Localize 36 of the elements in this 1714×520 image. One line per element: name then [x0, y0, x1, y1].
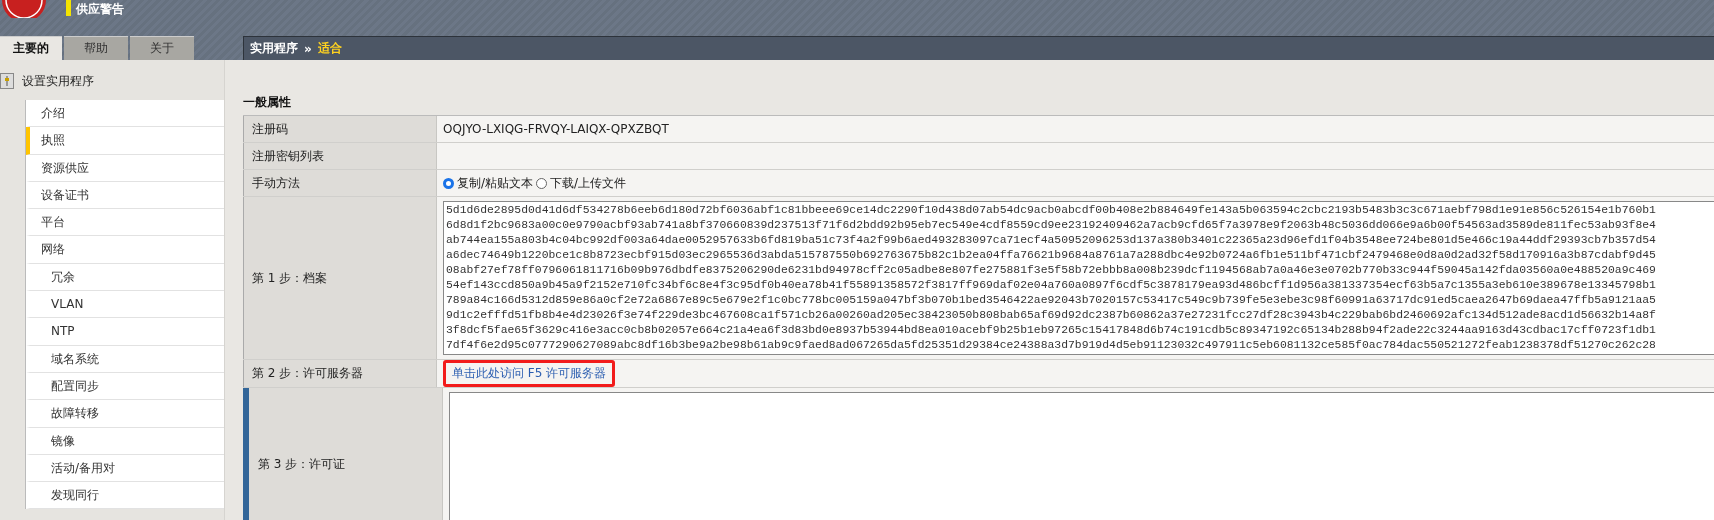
sidebar-item[interactable]: 故障转移 [26, 400, 224, 428]
sidebar-item[interactable]: 设备证书 [26, 181, 224, 210]
property-label: 第 3 步：许可证 [243, 388, 443, 520]
section-title: 一般属性 [243, 94, 292, 111]
sidebar-item[interactable]: VLAN [26, 291, 224, 319]
sidebar-item[interactable]: 配置同步 [26, 372, 224, 401]
sidebar-item[interactable]: 冗余 [26, 263, 224, 292]
tab[interactable]: 关于 [130, 36, 194, 60]
sidebar-item[interactable]: 介绍 [26, 100, 224, 128]
sidebar-item[interactable]: 镜像 [26, 427, 224, 455]
radio-option[interactable]: 下载/上传文件 [536, 174, 627, 192]
sidebar-item[interactable]: 发现同行 [26, 482, 224, 510]
sidebar-title: 设置实用程序 [22, 72, 94, 90]
tab[interactable]: 帮助 [64, 36, 128, 60]
logo-icon [0, 0, 48, 18]
breadcrumb-item[interactable]: 适合 [317, 40, 342, 57]
property-value: OQJYO-LXIQG-FRVQY-LAIQX-QPXZBQT [443, 122, 669, 136]
radio-option[interactable]: 复制/粘贴文本 [443, 174, 534, 192]
sidebar-item[interactable]: 域名系统 [26, 345, 224, 373]
sidebar-item[interactable]: 资源供应 [26, 154, 224, 182]
sidebar-item[interactable]: 活动/备用对 [26, 454, 224, 483]
header-title: 供应警告 [76, 1, 124, 18]
property-label: 第 1 步：档案 [243, 197, 437, 359]
breadcrumb-separator: » [304, 41, 312, 56]
sidebar-item[interactable]: 网络 [26, 236, 224, 264]
tab[interactable]: 主要的 [0, 36, 62, 60]
sidebar-item[interactable]: 平台 [26, 209, 224, 237]
property-label: 手动方法 [243, 170, 437, 196]
sidebar-item[interactable]: NTP [26, 318, 224, 346]
property-label: 注册密钥列表 [243, 143, 437, 169]
breadcrumb-item[interactable]: 实用程序 [250, 40, 298, 57]
accent-bar [66, 0, 71, 16]
text-field[interactable]: 5d1d6de2895d0d41d6df534278b6eeb6d180d72bf6036abf1c81bbeee69ce14dc2290f10d438d07ab54dc9acb0abcdf00b408e2b884649fe143a5b063594c2cbc2193b5483b3c3c671aebf798d1e91e856c526154e1b760b1 6d8d1f2bc9683a00c0e9790acbf93ab741a8bf370660839d237513f71f6d2bdd92b95eb7ec549e4cdf8559cd9ee23192409462a7acb9cfd65f7a3978e9f2063b48c5036dd066e9a6b00f54563ad3589de811fec53ab93f8e4 ab744ea155a803b4c04bc992df003a64dae0052957633b6fd819ba51c73f4a2f99b6aed493283097ca71ecf4a50952096253d137a380b3401c22365a23d96efd1f04b3548ee724be801d5e466c19a44ddf29393cb7b357d54 a6dec74649b1220bce1c8b8723ecbf915d03ec2965536d3abda515787550b692763675b82c1b2ea04ffa76621b9684a8761a7a288dbc4e92b0724a6fb1e511bf471cbf2479468e0d8a0d2ad32f58d170916a3b87cdabf9d45 08abf27ef78ff0796061811716b09b976dbdfe8375206290de6231bd94978cff2c05adbe8e807fe275881f3e5f58b72ebbb8a008b239dcf1194568ab7a0a46e3e0702b770b33c944f59045a142fda03560a0e488520a9c469 54ef143ccd850a9b45a9f2152e710fc34bf6c8e4f3c95df0b40ea78b41f55891358572f3817ff969daf02e04a760a0897f6cdf5c3878179ea93d486bcff1d956a381337354ecf63b5a7c1355a3eb610e389678e13345798b1 789a84c166d5312d859e86a0cf2e72a6867e89c5e679e2f1c0bc778bc005159a047bf3b070b1bed3546422ae92043b7020157c53417c549c9b739fe5e3ebe3c98f60991a63717dc91ed5caea2647b69daea47ffb5a9121aa5 9d1c2efffd51fb8b4e4d23026f3e74f229de3bc467608ca1f571cb26a00260ad205ec38423050b808bab65af69d92dc2387b60862a37e27231fcc27df28c3943b4c229bab6bd2460692afc134d512ade8acd1d56632b14a8f 3f8dcf5fae65f3629c416e3acc0cb8b02057e664c21a4ea6f3d83bd0e8937b53944bd8ea010acebf9b25b1eb97265c15417848d6b74c191cdb5c89347192c65134b288b94f2ade22c3244aa9163d43cdbac17cff0723f1db1 7df4f6e2d95c0777290627089abc8df16b3be9a2be98b61ab9c9faed8ad067265da5fd25351d29384ce24388a3d7b919d4d5eb91123032c497911c5eb6081132ce585f0ac784dac550521272feab1238378df51270c262c28 [443, 201, 1714, 355]
property-label: 第 2 步：许可服务器 [243, 360, 437, 387]
license-server-link[interactable]: 单击此处访问 F5 许可服务器 [443, 360, 616, 387]
property-label: 注册码 [243, 116, 437, 142]
